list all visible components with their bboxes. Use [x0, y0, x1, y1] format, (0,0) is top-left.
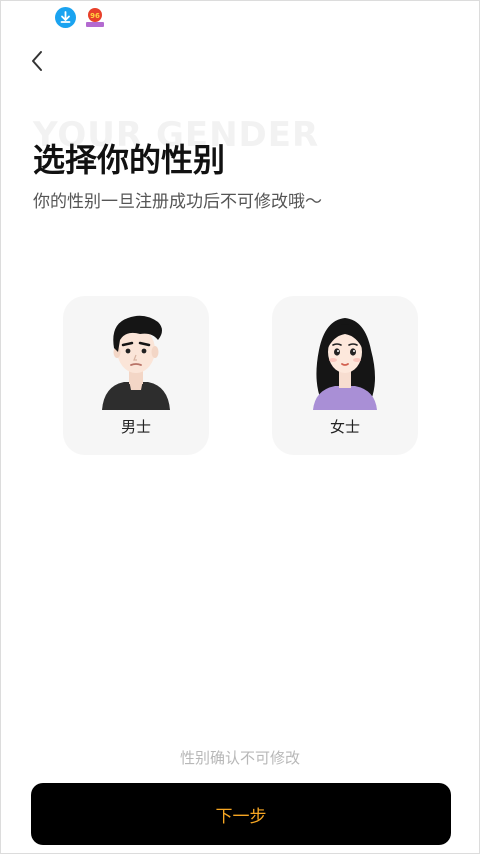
status-bar: 96	[1, 1, 479, 33]
gender-selection-screen: 96 YOUR GENDER 选择你的性别 你的性别一旦注册成功后不可修改哦～	[0, 0, 480, 854]
gender-option-male[interactable]: 男士	[63, 296, 209, 455]
download-icon	[55, 7, 76, 28]
back-button[interactable]	[23, 47, 51, 75]
gender-label-male: 男士	[120, 418, 151, 436]
gender-option-female[interactable]: 女士	[272, 296, 418, 455]
page-title: 选择你的性别	[33, 141, 226, 179]
male-avatar-icon	[96, 310, 176, 410]
next-step-label: 下一步	[215, 806, 267, 827]
female-avatar-icon	[305, 310, 385, 410]
gender-notice: 性别确认不可修改	[179, 749, 300, 767]
app-notification-icon: 96	[85, 7, 105, 28]
chevron-left-icon	[32, 51, 42, 71]
gender-label-female: 女士	[329, 418, 360, 436]
app-icon-badge-text: 96	[90, 12, 100, 20]
page-subtitle: 你的性别一旦注册成功后不可修改哦～	[33, 192, 322, 212]
next-step-button[interactable]: 下一步	[31, 783, 451, 845]
